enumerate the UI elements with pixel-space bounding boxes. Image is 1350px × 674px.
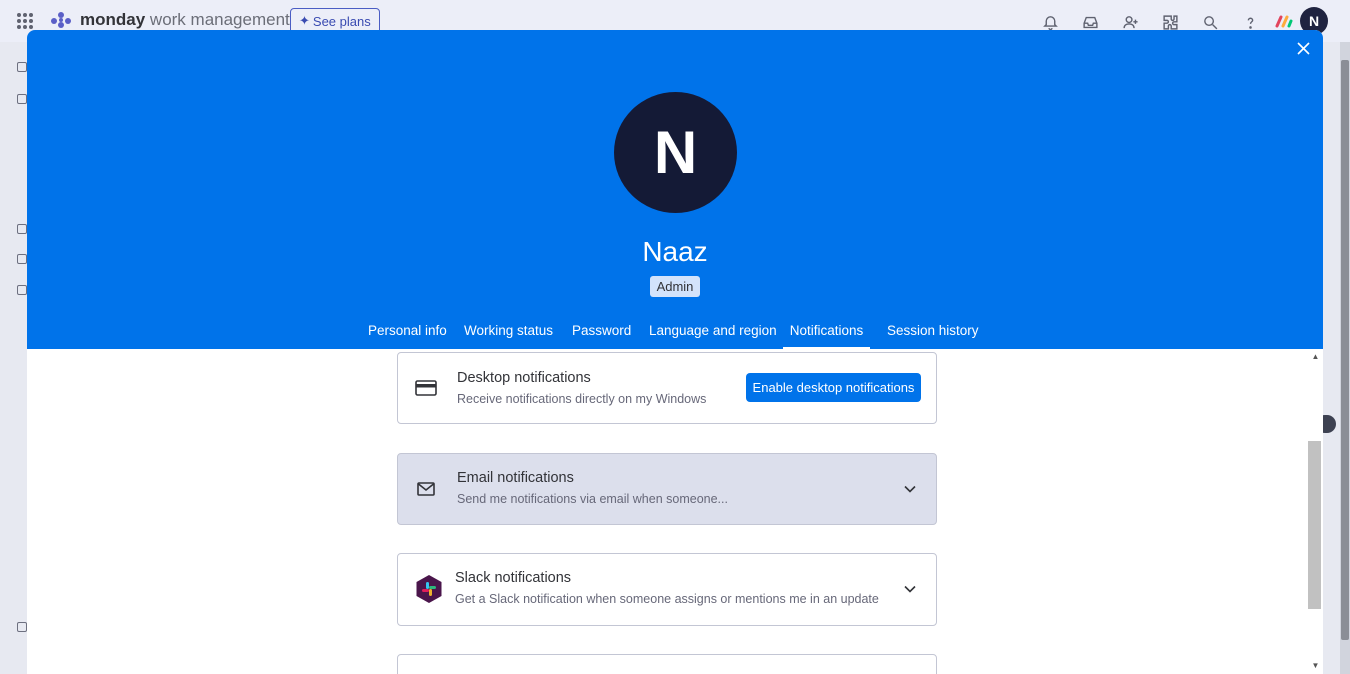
tab-session-history[interactable]: Session history: [887, 319, 979, 349]
tab-password[interactable]: Password: [572, 319, 631, 349]
board-icon: [17, 224, 27, 234]
tab-notifications[interactable]: Notifications: [783, 319, 870, 349]
slack-notifications-description: Get a Slack notification when someone as…: [455, 592, 879, 606]
tab-working-status[interactable]: Working status: [464, 319, 553, 349]
scroll-down-arrow-icon[interactable]: ▼: [1308, 660, 1323, 670]
envelope-icon: [414, 477, 438, 501]
role-badge: Admin: [650, 276, 700, 297]
home-icon: [17, 62, 27, 72]
slack-notifications-title: Slack notifications: [455, 570, 572, 586]
tab-language-and-region[interactable]: Language and region: [649, 319, 777, 349]
slack-notifications-card[interactable]: Slack notifications Get a Slack notifica…: [397, 553, 937, 626]
desktop-notifications-description: Receive notifications directly on my Win…: [457, 392, 707, 406]
notifications-panel: Desktop notifications Receive notificati…: [27, 349, 1323, 674]
desktop-notifications-title: Desktop notifications: [457, 370, 591, 386]
page-scrollbar-thumb[interactable]: [1341, 60, 1349, 640]
chevron-down-icon[interactable]: [900, 579, 920, 599]
board-icon: [17, 622, 27, 632]
email-notifications-title: Email notifications: [457, 470, 574, 486]
scroll-up-arrow-icon[interactable]: ▲: [1308, 351, 1323, 361]
board-icon: [17, 285, 27, 295]
my-work-icon: [17, 94, 27, 104]
profile-name: Naaz: [642, 236, 708, 267]
email-notifications-description: Send me notifications via email when som…: [457, 492, 728, 506]
close-icon: [1296, 41, 1310, 55]
chevron-down-icon[interactable]: [900, 479, 920, 499]
desktop-notifications-card: Desktop notifications Receive notificati…: [397, 352, 937, 424]
desktop-card-icon: [414, 376, 438, 400]
see-plans-label: See plans: [312, 13, 371, 29]
tab-personal-info[interactable]: Personal info: [368, 319, 447, 349]
panel-scrollbar-thumb[interactable]: [1308, 441, 1321, 609]
email-notifications-card[interactable]: Email notifications Send me notification…: [397, 453, 937, 525]
brand-bold: monday: [80, 10, 146, 29]
profile-modal: N Naaz Admin Personal info Working statu…: [27, 30, 1323, 674]
profile-tabs: Personal info Working status Password La…: [27, 319, 1323, 349]
enable-desktop-notifications-button[interactable]: Enable desktop notifications: [746, 373, 921, 402]
brand-light: work management: [145, 10, 290, 29]
sidebar-background: [0, 42, 27, 674]
product-switcher-icon[interactable]: [1275, 14, 1293, 28]
app-switcher-icon[interactable]: [17, 13, 33, 29]
close-button[interactable]: [1293, 38, 1313, 58]
sparkle-icon: ✦: [299, 13, 310, 28]
profile-avatar[interactable]: N: [614, 92, 737, 213]
profile-header: N Naaz Admin Personal info Working statu…: [27, 30, 1323, 349]
board-icon: [17, 254, 27, 264]
brand-name: monday work management: [80, 10, 290, 30]
notification-card[interactable]: [397, 654, 937, 674]
monday-logo-icon: [51, 12, 71, 28]
slack-icon: [414, 574, 444, 604]
